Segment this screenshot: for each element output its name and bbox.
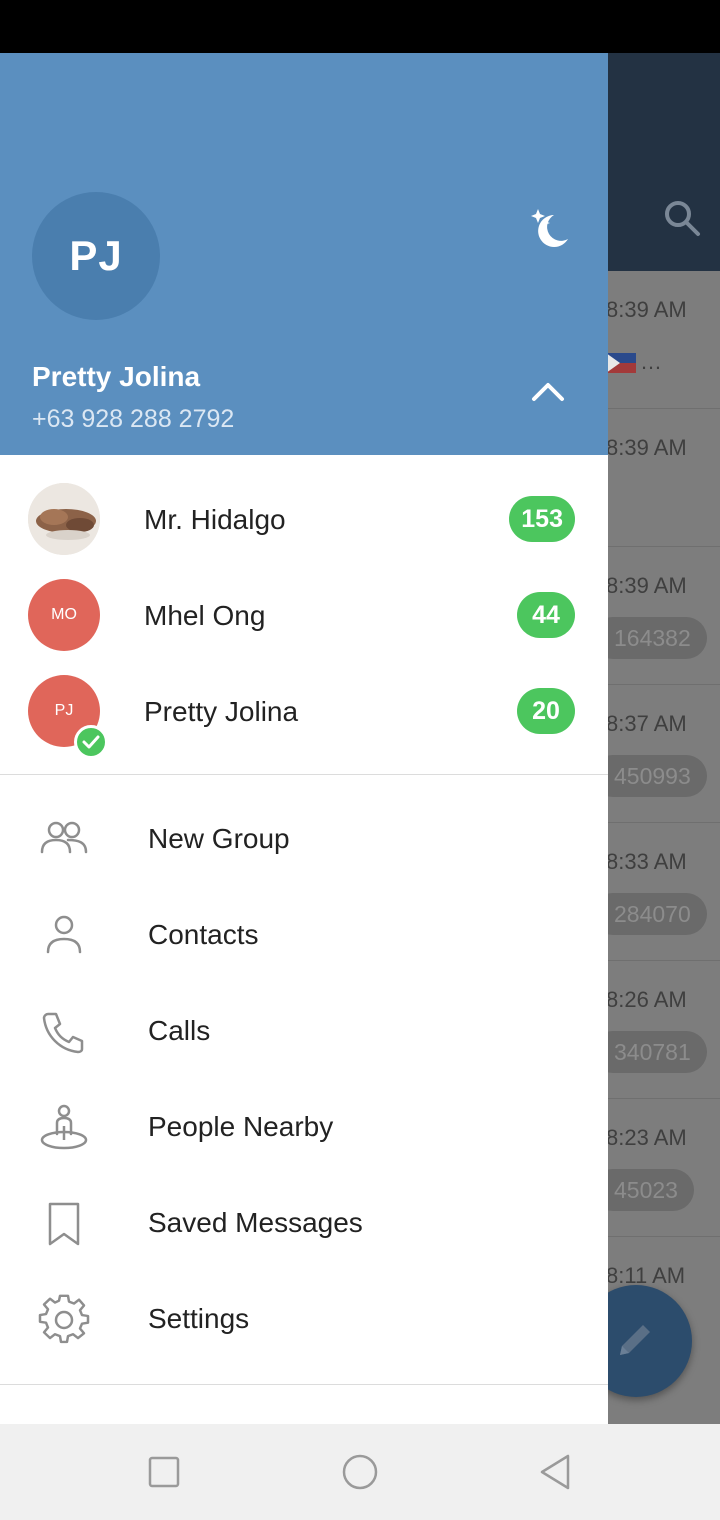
profile-phone: +63 928 288 2792 — [32, 405, 235, 433]
checkmark-icon — [74, 725, 108, 759]
chat-time: 8:23 AM — [606, 1125, 687, 1150]
avatar — [28, 483, 100, 555]
unread-badge: 20 — [517, 688, 575, 734]
flag-icon — [606, 353, 636, 374]
account-item[interactable]: Mr. Hidalgo 153 — [0, 471, 608, 567]
account-item-active[interactable]: PJ Pretty Jolina 20 — [0, 663, 608, 759]
chat-snippet: … — [606, 349, 662, 375]
drawer-header: PJ Pretty Jolina +63 928 288 2792 — [0, 53, 608, 455]
menu-item-contacts[interactable]: Contacts — [0, 888, 608, 984]
home-button[interactable] — [340, 1452, 380, 1492]
menu-item-saved-messages[interactable]: Saved Messages — [0, 1176, 608, 1272]
menu-label: Settings — [148, 1303, 250, 1334]
divider — [0, 774, 608, 775]
status-bar — [0, 0, 720, 53]
back-button[interactable] — [536, 1452, 576, 1492]
person-icon — [46, 915, 82, 954]
bookmark-icon — [48, 1202, 80, 1246]
chat-time: 8:39 AM — [606, 435, 687, 460]
profile-avatar[interactable]: PJ — [32, 192, 160, 320]
menu-item-calls[interactable]: Calls — [0, 984, 608, 1080]
account-name: Pretty Jolina — [144, 696, 299, 727]
system-nav-bar — [0, 1424, 720, 1520]
menu-label: People Nearby — [148, 1111, 334, 1142]
menu-item-settings[interactable]: Settings — [0, 1272, 608, 1368]
account-item[interactable]: MO Mhel Ong 44 — [0, 567, 608, 663]
divider — [0, 1384, 608, 1385]
chat-time: 8:26 AM — [606, 987, 687, 1012]
search-icon[interactable] — [662, 198, 702, 238]
pencil-icon — [620, 1325, 650, 1355]
menu-label: Saved Messages — [148, 1207, 363, 1238]
chat-time: 8:39 AM — [606, 573, 687, 598]
chevron-up-icon[interactable] — [530, 379, 566, 403]
account-name: Mr. Hidalgo — [144, 504, 286, 535]
menu-label: Contacts — [148, 919, 259, 950]
navigation-drawer: PJ Pretty Jolina +63 928 288 2792 Mr. Hi… — [0, 53, 608, 1424]
unread-badge: 153 — [509, 496, 575, 542]
menu-item-people-nearby[interactable]: People Nearby — [0, 1080, 608, 1176]
chat-time: 8:33 AM — [606, 849, 687, 874]
gear-icon — [38, 1294, 90, 1344]
unread-badge: 44 — [517, 592, 575, 638]
avatar: MO — [28, 579, 100, 651]
group-icon — [40, 821, 88, 854]
people-nearby-icon — [40, 1104, 88, 1150]
chat-time: 8:39 AM — [606, 297, 687, 322]
phone-icon — [42, 1012, 84, 1054]
chat-code-pill: 284070 — [592, 893, 707, 935]
avatar-photo — [28, 483, 100, 555]
menu-label: New Group — [148, 823, 290, 854]
chat-code-pill: 450993 — [592, 755, 707, 797]
chat-time: 8:37 AM — [606, 711, 687, 736]
recents-button[interactable] — [144, 1452, 184, 1492]
menu-label: Calls — [148, 1015, 211, 1046]
chat-code-pill: 164382 — [592, 617, 707, 659]
menu-item-new-group[interactable]: New Group — [0, 792, 608, 888]
chat-code-pill: 340781 — [592, 1031, 707, 1073]
profile-name: Pretty Jolina — [32, 361, 201, 392]
moon-stars-icon[interactable] — [524, 205, 574, 251]
account-name: Mhel Ong — [144, 600, 266, 631]
